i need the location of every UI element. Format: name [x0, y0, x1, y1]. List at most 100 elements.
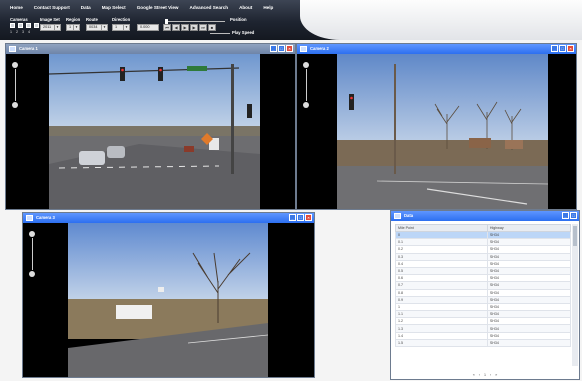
- table-row[interactable]: 0.5 SH34: [395, 266, 572, 276]
- zoom-in-knob[interactable]: [29, 231, 35, 237]
- mile-point-cell: 0.4: [395, 259, 488, 268]
- table-row[interactable]: 0.7 SH34: [395, 281, 572, 290]
- close-icon[interactable]: ×: [286, 45, 293, 52]
- zoom-track: [31, 238, 33, 270]
- route-select[interactable]: 0034 ▼: [86, 24, 108, 31]
- minimize-icon[interactable]: _: [551, 45, 558, 52]
- position-slider[interactable]: [165, 21, 225, 22]
- menu-data[interactable]: Data: [81, 5, 91, 10]
- play-button[interactable]: ▶: [181, 24, 189, 31]
- last-frame-button[interactable]: ⏭: [199, 24, 207, 31]
- menu-map-select[interactable]: Map Select: [102, 5, 126, 10]
- milepoint-input[interactable]: 0.000: [137, 24, 159, 31]
- minimize-icon[interactable]: _: [562, 212, 569, 219]
- data-title: Data: [404, 213, 414, 218]
- zoom-out-knob[interactable]: [29, 271, 35, 277]
- zoom-out-knob[interactable]: [12, 102, 18, 108]
- mile-point-cell: 1.5: [395, 338, 488, 348]
- data-titlebar[interactable]: Data _ □: [391, 211, 579, 221]
- camera-1-title: Camera 1: [19, 46, 38, 51]
- mile-point-cell: 0: [395, 230, 488, 240]
- camera-numbers: 1 2 3 4: [10, 30, 30, 34]
- camera-1-image: [49, 54, 260, 209]
- camera-3-checkbox[interactable]: [26, 23, 31, 28]
- zoom-slider-icon[interactable]: [302, 62, 312, 114]
- highway-cell: SH34: [486, 245, 572, 254]
- table-row[interactable]: 0.1 SH34: [395, 238, 572, 247]
- table-row[interactable]: 0.8 SH34: [395, 288, 572, 297]
- table-row[interactable]: 1.5 SH34: [395, 338, 572, 348]
- zoom-in-knob[interactable]: [303, 62, 309, 68]
- menu-contact-support[interactable]: Contact Support: [34, 5, 70, 10]
- camera-1-window: Camera 1 _ □ ×: [5, 43, 296, 210]
- camera-1-view: [6, 54, 295, 209]
- next-page-button[interactable]: ›: [490, 373, 491, 377]
- close-icon[interactable]: ×: [567, 45, 574, 52]
- scrollbar-thumb[interactable]: [573, 226, 577, 246]
- window-icon: [394, 213, 401, 219]
- main-toolbar: Home Contact Support Data Map Select Goo…: [0, 0, 582, 40]
- column-header-mile-point[interactable]: Mile Point: [395, 224, 488, 232]
- position-slider-thumb[interactable]: [165, 19, 168, 24]
- mile-point-cell: 1: [395, 302, 488, 312]
- highway-cell: SH34: [486, 338, 572, 348]
- menu-advanced-search[interactable]: Advanced Search: [190, 5, 229, 10]
- camera-2-checkbox[interactable]: [18, 23, 23, 28]
- window-controls: _ □ ×: [270, 45, 293, 52]
- table-scrollbar[interactable]: [572, 224, 578, 366]
- image-set-value: 2011: [43, 25, 52, 29]
- table-row[interactable]: 0.4 SH34: [395, 259, 572, 268]
- maximize-icon[interactable]: □: [297, 214, 304, 221]
- camera-number: 4: [28, 30, 30, 34]
- page-number[interactable]: 1: [484, 373, 486, 377]
- step-forward-button[interactable]: ▶: [190, 24, 198, 31]
- maximize-icon[interactable]: □: [278, 45, 285, 52]
- minimize-icon[interactable]: _: [289, 214, 296, 221]
- last-page-button[interactable]: »: [495, 373, 497, 377]
- table-row[interactable]: 1.3 SH34: [395, 324, 572, 333]
- camera-4-checkbox[interactable]: [34, 23, 39, 28]
- region-select[interactable]: 1 ▼: [66, 24, 80, 31]
- first-page-button[interactable]: «: [473, 373, 475, 377]
- menu-home[interactable]: Home: [10, 5, 23, 10]
- highway-cell: SH34: [486, 266, 572, 276]
- table-row[interactable]: 0.9 SH34: [395, 295, 572, 304]
- minimize-icon[interactable]: _: [270, 45, 277, 52]
- zoom-in-knob[interactable]: [12, 62, 18, 68]
- camera-number: 2: [16, 30, 18, 34]
- prev-page-button[interactable]: ‹: [479, 373, 480, 377]
- camera-3-titlebar[interactable]: Camera 3 _ □ ×: [23, 213, 314, 223]
- table-row[interactable]: 0.3 SH34: [395, 252, 572, 261]
- table-row[interactable]: 1.2 SH34: [395, 317, 572, 326]
- play-speed-slider[interactable]: [210, 33, 230, 34]
- table-row[interactable]: 0.6 SH34: [395, 274, 572, 283]
- zoom-slider-icon[interactable]: [28, 231, 38, 283]
- milepoint-table: Mile Point Highway 0 SH34 0.1 SH34 0.2 SH34 0.…: [395, 224, 572, 348]
- route-label: Route: [86, 17, 98, 22]
- close-icon[interactable]: ×: [305, 214, 312, 221]
- maximize-icon[interactable]: □: [559, 45, 566, 52]
- menu-about[interactable]: About: [239, 5, 252, 10]
- first-frame-button[interactable]: ⏮: [163, 24, 171, 31]
- zoom-slider-icon[interactable]: [11, 62, 21, 114]
- milepoint-value: 0.000: [140, 25, 150, 29]
- image-set-select[interactable]: 2011 ▼: [40, 24, 61, 31]
- stop-button[interactable]: ■: [208, 24, 216, 31]
- camera-2-titlebar[interactable]: Camera 2 _ □ ×: [297, 44, 576, 54]
- table-row[interactable]: 1.1 SH34: [395, 310, 572, 319]
- zoom-out-knob[interactable]: [303, 102, 309, 108]
- table-row[interactable]: 1 SH34: [395, 302, 572, 312]
- mile-point-cell: 0.2: [395, 245, 488, 254]
- table-row[interactable]: 0 SH34: [395, 230, 572, 240]
- column-header-highway[interactable]: Highway: [486, 224, 572, 232]
- step-back-button[interactable]: ◀: [172, 24, 180, 31]
- menu-google-street-view[interactable]: Google Street View: [137, 5, 179, 10]
- direction-select[interactable]: 1 ▼: [112, 24, 130, 31]
- table-row[interactable]: 1.4 SH34: [395, 331, 572, 340]
- menu-help[interactable]: Help: [263, 5, 273, 10]
- maximize-icon[interactable]: □: [570, 212, 577, 219]
- table-row[interactable]: 0.2 SH34: [395, 245, 572, 254]
- region-label: Region: [66, 17, 81, 22]
- camera-1-checkbox[interactable]: [10, 23, 15, 28]
- camera-1-titlebar[interactable]: Camera 1 _ □ ×: [6, 44, 295, 54]
